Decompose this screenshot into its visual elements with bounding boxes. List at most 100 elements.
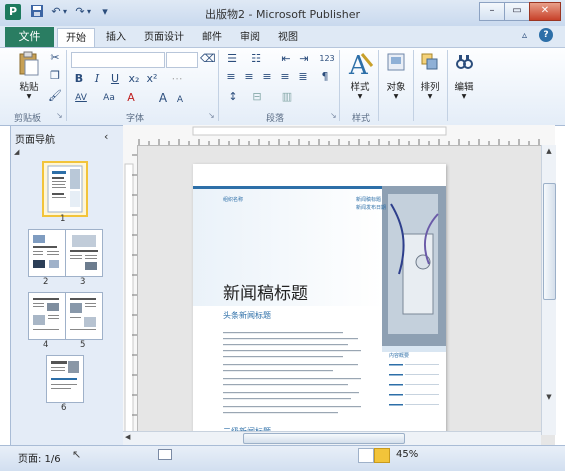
columns-icon[interactable]: ▥ <box>278 90 296 104</box>
separator <box>339 50 340 121</box>
page-indicator[interactable]: 页面: 1/6 <box>18 450 61 465</box>
page-thumbnail-4[interactable] <box>28 292 66 340</box>
scroll-down-icon[interactable]: ▼ <box>543 393 555 403</box>
zoom-level[interactable]: 45% <box>396 449 418 460</box>
cut-icon[interactable]: ✂ <box>48 51 62 65</box>
separator <box>447 50 448 121</box>
arrange-icon[interactable] <box>420 52 440 72</box>
single-page-view-icon[interactable] <box>358 448 374 463</box>
distribute-icon[interactable]: ≣ <box>296 70 310 84</box>
document-subhead[interactable]: 头条新闻标题 <box>223 310 271 321</box>
copy-icon[interactable]: ❐ <box>48 69 62 83</box>
pilcrow-icon[interactable]: ¶ <box>318 70 332 84</box>
numbering-style-button[interactable]: 123 <box>318 52 336 66</box>
character-spacing-button[interactable]: AV <box>72 91 90 105</box>
bold-button[interactable]: B <box>72 72 86 86</box>
increase-indent-icon[interactable]: ⇥ <box>296 52 312 66</box>
paste-dropdown-icon[interactable]: ▾ <box>14 91 44 102</box>
styles-dropdown-icon[interactable]: ▾ <box>344 91 376 102</box>
tab-file[interactable]: 文件 <box>5 27 54 47</box>
align-left-icon[interactable]: ≡ <box>224 70 238 84</box>
document-page[interactable]: 组织名称 新闻稿标题 新闻发布日期 新闻稿标题 头条新闻标题 二级新闻标题 内容… <box>193 164 446 445</box>
maximize-button[interactable]: ▭ <box>504 2 530 21</box>
tab-home[interactable]: 开始 <box>57 28 95 48</box>
section-expand-icon[interactable]: ◢ <box>14 148 19 156</box>
clipboard-group-label: 剪贴板 <box>14 114 42 124</box>
organization-name[interactable]: 组织名称 <box>223 196 243 203</box>
clipboard-launcher-icon[interactable]: ↘ <box>56 111 63 120</box>
page-number-4: 4 <box>43 340 49 350</box>
header-newsletter-title[interactable]: 新闻稿标题 <box>356 196 381 203</box>
vertical-ruler[interactable] <box>123 145 138 436</box>
page-thumbnail-5[interactable] <box>65 292 103 340</box>
arrange-dropdown-icon[interactable]: ▾ <box>416 91 444 102</box>
ribbon-minimize-icon[interactable]: ▵ <box>522 30 527 41</box>
page-background-graphics <box>193 186 446 414</box>
change-case-button[interactable]: Aa <box>100 91 118 105</box>
shrink-font-button[interactable]: A <box>174 93 186 107</box>
object-dropdown-icon[interactable]: ▾ <box>382 91 410 102</box>
line-spacing-icon[interactable]: ↕ <box>224 90 242 104</box>
scroll-left-icon[interactable]: ◀ <box>125 433 135 441</box>
font-size-combo[interactable] <box>166 52 198 68</box>
close-button[interactable]: ✕ <box>529 2 561 21</box>
justify-icon[interactable]: ≡ <box>278 70 292 84</box>
horizontal-scrollbar[interactable]: ◀ <box>123 431 541 445</box>
page-number-2: 2 <box>43 277 49 287</box>
italic-button[interactable]: I <box>90 72 104 86</box>
font-color-icon[interactable]: A <box>124 91 138 105</box>
subscript-button[interactable]: x₂ <box>126 72 142 86</box>
numbering-icon[interactable]: ☷ <box>248 52 264 66</box>
two-page-view-icon[interactable] <box>374 448 390 463</box>
tab-page-design[interactable]: 页面设计 <box>140 28 188 47</box>
page-thumbnail-3[interactable] <box>65 229 103 277</box>
font-launcher-icon[interactable]: ↘ <box>208 111 215 120</box>
cursor-position-icon: ↖ <box>72 448 82 461</box>
tab-mailings[interactable]: 邮件 <box>198 28 226 47</box>
status-bar <box>0 445 565 471</box>
collapse-pane-icon[interactable]: ‹ <box>104 130 108 143</box>
separator <box>66 50 67 121</box>
paragraph-launcher-icon[interactable]: ↘ <box>330 111 337 120</box>
help-icon[interactable]: ? <box>539 28 553 42</box>
object-size-icon <box>158 449 172 460</box>
bullets-icon[interactable]: ☰ <box>224 52 240 66</box>
more-icon[interactable]: ⋯ <box>170 72 184 86</box>
minimize-button[interactable]: – <box>479 2 505 21</box>
grow-font-button[interactable]: A <box>156 91 170 105</box>
horizontal-ruler[interactable] <box>123 125 555 146</box>
paste-icon[interactable] <box>15 51 43 77</box>
page-thumbnail-2[interactable] <box>28 229 66 277</box>
object-icon[interactable] <box>386 52 406 72</box>
font-group-label: 字体 <box>126 114 145 124</box>
tab-review[interactable]: 审阅 <box>236 28 264 47</box>
align-center-icon[interactable]: ≡ <box>242 70 256 84</box>
header-release-date[interactable]: 新闻发布日期 <box>356 204 386 211</box>
styles-group-label: 样式 <box>352 114 371 124</box>
font-name-combo[interactable] <box>71 52 165 68</box>
horizontal-scroll-thumb[interactable] <box>243 433 405 444</box>
page-thumbnail-6[interactable] <box>46 355 84 403</box>
page-thumbnail-1[interactable] <box>42 161 88 217</box>
document-headline[interactable]: 新闻稿标题 <box>223 279 308 304</box>
tab-insert[interactable]: 插入 <box>102 28 130 47</box>
clear-format-icon[interactable]: ⌫ <box>200 52 216 66</box>
decrease-indent-icon[interactable]: ⇤ <box>278 52 294 66</box>
vertical-scrollbar[interactable]: ▲ ▼ <box>541 145 556 435</box>
superscript-button[interactable]: x² <box>144 72 160 86</box>
tab-view[interactable]: 视图 <box>274 28 302 47</box>
paragraph-spacing-icon[interactable]: ⊟ <box>248 90 266 104</box>
vertical-scroll-thumb[interactable] <box>543 183 556 300</box>
edit-dropdown-icon[interactable]: ▾ <box>450 91 478 102</box>
page-number-3: 3 <box>80 277 86 287</box>
align-right-icon[interactable]: ≡ <box>260 70 274 84</box>
paragraph-group-label: 段落 <box>266 114 285 124</box>
sidebar-title[interactable]: 内容概要 <box>389 352 409 359</box>
styles-icon[interactable]: A <box>346 50 374 81</box>
scroll-up-icon[interactable]: ▲ <box>543 147 555 157</box>
edit-icon[interactable] <box>454 52 474 72</box>
page-number-6: 6 <box>61 403 67 413</box>
underline-button[interactable]: U <box>108 72 122 86</box>
format-painter-icon[interactable]: 🖌 <box>48 89 62 103</box>
svg-text:A: A <box>348 51 369 78</box>
